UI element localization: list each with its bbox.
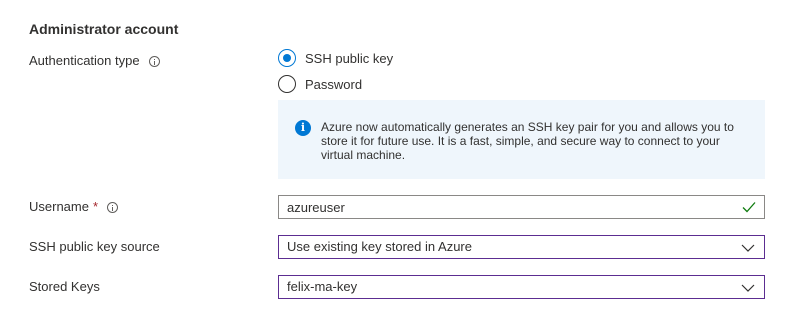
- info-icon: i: [295, 120, 311, 136]
- authentication-type-label-row: Authentication type: [29, 51, 160, 71]
- stored-keys-label: Stored Keys: [29, 279, 100, 294]
- username-input[interactable]: [279, 196, 764, 218]
- stored-keys-value: felix-ma-key: [287, 279, 358, 294]
- info-icon[interactable]: [148, 55, 160, 67]
- chevron-down-icon: [741, 244, 755, 252]
- radio-label-password: Password: [305, 76, 363, 92]
- ssh-info-message: i Azure now automatically generates an S…: [278, 100, 765, 179]
- ssh-public-key-source-value: Use existing key stored in Azure: [287, 239, 472, 254]
- username-label: Username: [29, 199, 89, 214]
- radio-label-ssh-public-key: SSH public key: [305, 50, 394, 66]
- ssh-public-key-source-label-row: SSH public key source: [29, 237, 160, 257]
- required-marker: *: [92, 199, 99, 214]
- checkmark-icon: [742, 202, 756, 213]
- username-label-row: Username *: [29, 197, 119, 217]
- stored-keys-dropdown[interactable]: felix-ma-key: [278, 275, 765, 299]
- ssh-public-key-source-label: SSH public key source: [29, 239, 160, 254]
- username-field[interactable]: [278, 195, 765, 219]
- radio-ssh-public-key[interactable]: SSH public key: [278, 48, 393, 68]
- info-icon[interactable]: [107, 201, 119, 213]
- radio-password[interactable]: Password: [278, 74, 362, 94]
- ssh-info-text: Azure now automatically generates an SSH…: [321, 120, 734, 162]
- section-title: Administrator account: [29, 21, 179, 37]
- authentication-type-label: Authentication type: [29, 53, 140, 68]
- radio-button-unchecked-icon[interactable]: [278, 75, 296, 93]
- chevron-down-icon: [741, 284, 755, 292]
- ssh-public-key-source-dropdown[interactable]: Use existing key stored in Azure: [278, 235, 765, 259]
- radio-button-checked-icon[interactable]: [278, 49, 296, 67]
- stored-keys-label-row: Stored Keys: [29, 277, 100, 297]
